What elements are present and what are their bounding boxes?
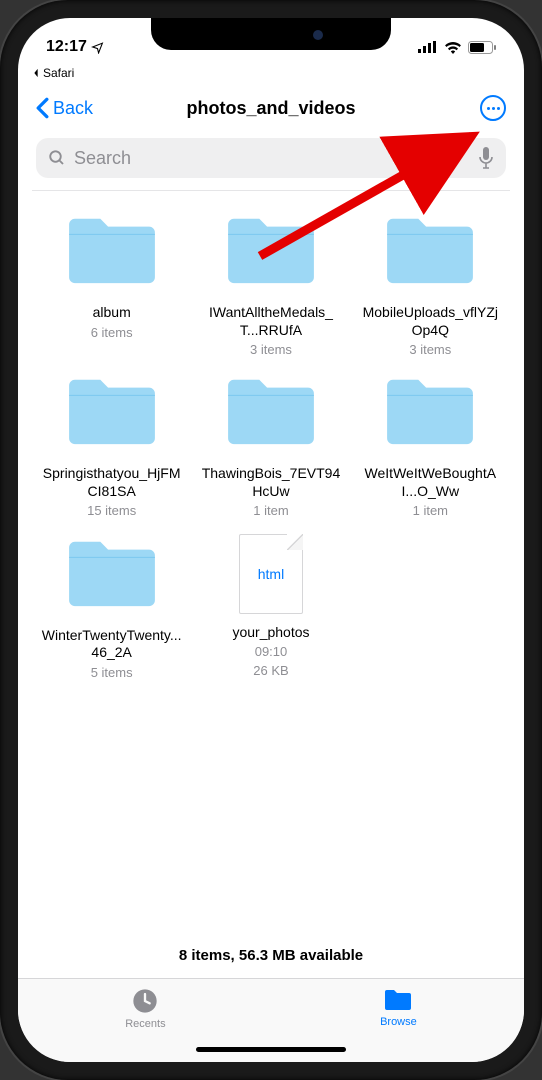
- item-subtitle: 3 items: [409, 342, 451, 358]
- item-name: your_photos: [232, 624, 309, 642]
- folder-item[interactable]: WinterTwentyTwenty...46_2A 5 items: [38, 534, 185, 681]
- page-title: photos_and_videos: [186, 98, 355, 119]
- folder-icon: [383, 987, 413, 1013]
- back-label: Back: [53, 98, 93, 119]
- tab-recents-label: Recents: [125, 1018, 165, 1030]
- item-name: ThawingBois_7EVT94HcUw: [201, 465, 341, 500]
- item-name: WinterTwentyTwenty...46_2A: [42, 627, 182, 662]
- folder-icon: [222, 372, 320, 455]
- signal-icon: [418, 41, 438, 53]
- item-name: IWantAlltheMedals_T...RRUfA: [201, 304, 341, 339]
- folder-item[interactable]: MobileUploads_vflYZjOp4Q 3 items: [357, 211, 504, 358]
- folder-icon: [222, 211, 320, 294]
- item-time: 09:10: [255, 644, 288, 660]
- tab-bar: Recents Browse: [18, 978, 524, 1062]
- storage-summary: 8 items, 56.3 MB available: [18, 925, 524, 978]
- folder-item[interactable]: Springisthatyou_HjFMCI81SA 15 items: [38, 372, 185, 519]
- folder-icon: [63, 372, 161, 455]
- home-indicator[interactable]: [196, 1047, 346, 1052]
- item-subtitle: 1 item: [253, 503, 288, 519]
- file-grid: album 6 items IWantAlltheMedals_T...RRUfA 3…: [18, 211, 524, 925]
- ellipsis-icon: [487, 107, 500, 110]
- search-field[interactable]: Search: [36, 138, 506, 178]
- item-subtitle: 15 items: [87, 503, 136, 519]
- folder-icon: [63, 534, 161, 617]
- item-name: MobileUploads_vflYZjOp4Q: [360, 304, 500, 339]
- clock-icon: [131, 987, 159, 1015]
- wifi-icon: [444, 41, 462, 54]
- item-size: 26 KB: [253, 663, 288, 679]
- clock: 12:17: [46, 38, 87, 56]
- back-button[interactable]: Back: [36, 97, 93, 119]
- tab-browse-label: Browse: [380, 1016, 417, 1028]
- tab-recents[interactable]: Recents: [125, 987, 165, 1030]
- location-icon: [91, 41, 104, 54]
- folder-item[interactable]: album 6 items: [38, 211, 185, 358]
- battery-icon: [468, 41, 496, 54]
- folder-item[interactable]: IWantAlltheMedals_T...RRUfA 3 items: [197, 211, 344, 358]
- item-name: album: [93, 304, 131, 322]
- folder-icon: [381, 211, 479, 294]
- folder-icon: [381, 372, 479, 455]
- item-name: WeItWeItWeBoughtAI...O_Ww: [360, 465, 500, 500]
- file-extension: html: [258, 566, 284, 582]
- app-breadcrumb[interactable]: Safari: [18, 66, 524, 86]
- item-subtitle: 3 items: [250, 342, 292, 358]
- file-item[interactable]: html your_photos 09:10 26 KB: [197, 534, 344, 681]
- divider: [32, 190, 510, 191]
- folder-item[interactable]: ThawingBois_7EVT94HcUw 1 item: [197, 372, 344, 519]
- folder-item[interactable]: WeItWeItWeBoughtAI...O_Ww 1 item: [357, 372, 504, 519]
- item-name: Springisthatyou_HjFMCI81SA: [42, 465, 182, 500]
- tab-browse[interactable]: Browse: [380, 987, 417, 1028]
- search-icon: [48, 149, 66, 167]
- breadcrumb-app-label: Safari: [43, 66, 74, 80]
- mic-icon[interactable]: [478, 147, 494, 169]
- item-subtitle: 6 items: [91, 325, 133, 341]
- folder-icon: [63, 211, 161, 294]
- file-icon: html: [239, 534, 303, 614]
- item-subtitle: 1 item: [413, 503, 448, 519]
- search-placeholder: Search: [74, 148, 470, 169]
- item-subtitle: 5 items: [91, 665, 133, 681]
- more-button[interactable]: [480, 95, 506, 121]
- nav-bar: Back photos_and_videos: [18, 86, 524, 130]
